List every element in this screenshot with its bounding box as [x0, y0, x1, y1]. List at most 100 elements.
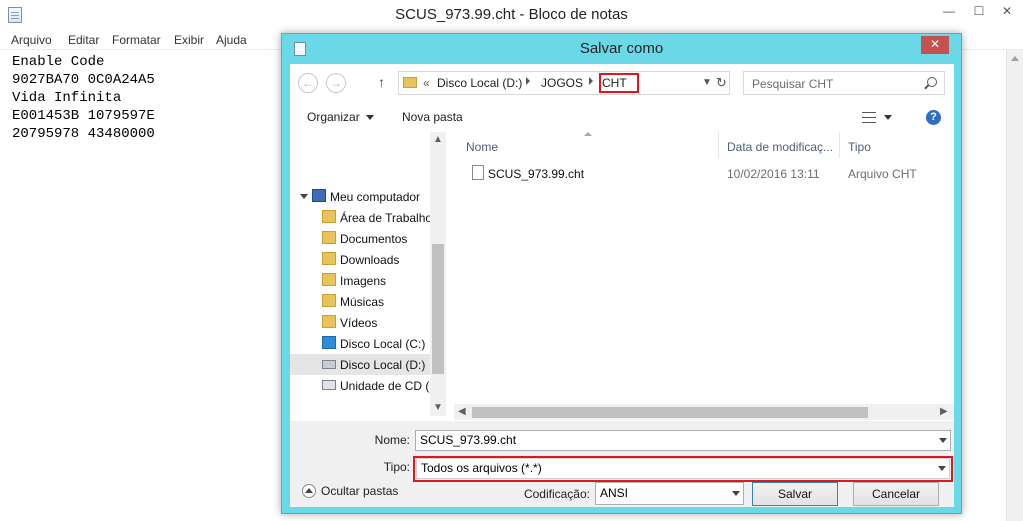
nav-item-videos[interactable]: Vídeos	[290, 312, 430, 333]
dialog-footer: Nome: SCUS_973.99.cht Tipo: Todos os arq…	[290, 421, 954, 507]
text-line: 20795978 43480000	[12, 126, 155, 142]
nav-label: Imagens	[340, 274, 387, 288]
menu-ajuda[interactable]: Ajuda	[216, 33, 247, 47]
column-divider[interactable]	[839, 132, 840, 158]
nav-item-meu-computador[interactable]: Meu computador	[290, 186, 430, 207]
notepad-text-area[interactable]: Enable Code 9027BA70 0C0A24A5 Vida Infinit…	[12, 53, 155, 143]
column-divider[interactable]	[718, 132, 719, 158]
menu-formatar[interactable]: Formatar	[112, 33, 161, 47]
dialog-close-button[interactable]: ✕	[921, 36, 949, 54]
text-line: E001453B 1079597E	[12, 108, 155, 124]
dialog-body: ← → ↑ « Disco Local (D:) JOGOS CHT ▼ ↻ P…	[290, 64, 954, 507]
file-modified: 10/02/2016 13:11	[727, 167, 820, 181]
notepad-titlebar: SCUS_973.99.cht - Bloco de notas — ☐ ✕	[0, 0, 1023, 30]
organize-button[interactable]: Organizar	[307, 110, 374, 124]
save-as-dialog: Salvar como ✕ ← → ↑ « Disco Local (D:) J…	[281, 33, 962, 514]
chevron-down-icon	[365, 115, 374, 121]
highlight-box	[599, 73, 639, 93]
file-row[interactable]: SCUS_973.99.cht 10/02/2016 13:11 Arquivo…	[454, 162, 954, 184]
search-icon[interactable]	[927, 77, 937, 87]
column-header-modified[interactable]: Data de modificaç...	[727, 140, 833, 154]
nav-item-area-de-trabalho[interactable]: Área de Trabalho	[290, 207, 430, 228]
videos-folder-icon	[322, 315, 336, 328]
encoding-select[interactable]: ANSI	[595, 482, 744, 505]
scroll-left-icon[interactable]: ◀	[458, 406, 466, 417]
encoding-value: ANSI	[600, 486, 629, 500]
nav-label: Área de Trabalho	[340, 211, 430, 225]
view-dropdown-icon[interactable]	[884, 115, 892, 120]
breadcrumb-jogos[interactable]: JOGOS	[541, 76, 583, 90]
breadcrumb-separator-icon[interactable]	[589, 77, 593, 85]
nav-item-disco-local-d[interactable]: Disco Local (D:)	[290, 354, 430, 375]
scroll-up-icon[interactable]: ▲	[433, 134, 443, 145]
notepad-scrollbar[interactable]	[1006, 50, 1023, 521]
up-arrow-icon[interactable]: ↑	[378, 74, 385, 90]
encoding-label: Codificação:	[523, 487, 590, 501]
breadcrumb-disco-local-d[interactable]: Disco Local (D:)	[437, 76, 522, 90]
system-drive-icon	[322, 336, 336, 349]
nav-label: Meu computador	[330, 190, 421, 204]
view-options-icon[interactable]	[862, 112, 876, 123]
folder-icon	[322, 231, 336, 244]
back-button[interactable]: ←	[298, 73, 318, 93]
scroll-down-icon[interactable]: ▼	[433, 402, 443, 413]
nav-item-disco-local-c[interactable]: Disco Local (C:)	[290, 333, 430, 354]
menu-arquivo[interactable]: Arquivo	[11, 33, 52, 47]
close-icon[interactable]: ✕	[993, 0, 1021, 22]
nav-item-downloads[interactable]: Downloads	[290, 249, 430, 270]
expand-icon[interactable]	[300, 194, 308, 199]
cancel-button[interactable]: Cancelar	[853, 482, 939, 506]
file-type: Arquivo CHT	[848, 167, 917, 181]
column-header-name[interactable]: Nome	[466, 140, 498, 154]
help-icon[interactable]: ?	[926, 110, 941, 125]
text-line: Vida Infinita	[12, 90, 122, 106]
scrollbar-thumb[interactable]	[472, 407, 868, 418]
folder-icon	[322, 210, 336, 223]
address-dropdown-icon[interactable]: ▼	[702, 77, 712, 88]
breadcrumb-separator-icon[interactable]	[526, 77, 530, 85]
nav-item-unidade-de-cd[interactable]: Unidade de CD (F	[290, 375, 430, 396]
scrollbar-thumb[interactable]	[432, 244, 444, 374]
nav-label: Documentos	[340, 232, 408, 246]
folder-icon	[403, 77, 417, 88]
search-box[interactable]: Pesquisar CHT	[743, 71, 945, 95]
nav-item-musicas[interactable]: Músicas	[290, 291, 430, 312]
nav-label: Downloads	[340, 253, 400, 267]
scroll-up-icon[interactable]	[1011, 56, 1019, 61]
nav-scrollbar[interactable]: ▲ ▼	[430, 132, 446, 416]
address-bar[interactable]: « Disco Local (D:) JOGOS CHT ▼ ↻	[398, 71, 730, 95]
cd-drive-icon	[322, 380, 336, 390]
minimize-icon[interactable]: —	[935, 0, 963, 22]
forward-button[interactable]: →	[326, 73, 346, 93]
scroll-right-icon[interactable]: ▶	[940, 406, 948, 417]
name-label: Nome:	[374, 433, 410, 447]
menu-editar[interactable]: Editar	[68, 33, 99, 47]
computer-icon	[312, 189, 326, 202]
save-button[interactable]: Salvar	[752, 482, 838, 506]
nav-label: Vídeos	[340, 316, 378, 330]
file-name-input[interactable]: SCUS_973.99.cht	[415, 430, 951, 451]
pictures-folder-icon	[322, 273, 336, 286]
navigation-pane: Meu computador Área de Trabalho Document…	[290, 132, 446, 416]
hide-folders-button[interactable]: Ocultar pastas	[321, 484, 398, 498]
highlight-box	[413, 456, 953, 482]
address-overflow[interactable]: «	[423, 76, 430, 90]
dialog-title: Salvar como	[579, 40, 664, 57]
collapse-icon[interactable]	[302, 484, 316, 498]
nav-item-documentos[interactable]: Documentos	[290, 228, 430, 249]
new-folder-button[interactable]: Nova pasta	[402, 110, 463, 124]
column-header-type[interactable]: Tipo	[848, 140, 871, 154]
chevron-down-icon[interactable]	[732, 491, 740, 496]
search-placeholder: Pesquisar CHT	[752, 77, 834, 91]
maximize-icon[interactable]: ☐	[965, 0, 993, 22]
notepad-window-title: SCUS_973.99.cht - Bloco de notas	[395, 6, 628, 23]
horizontal-scrollbar[interactable]: ◀ ▶	[454, 404, 954, 420]
nav-label: Disco Local (C:)	[340, 337, 426, 351]
dialog-toolbar: Organizar Nova pasta ?	[290, 102, 954, 132]
nav-item-imagens[interactable]: Imagens	[290, 270, 430, 291]
text-line: Enable Code	[12, 54, 105, 70]
chevron-down-icon[interactable]	[939, 438, 947, 443]
sort-ascending-icon	[584, 132, 592, 136]
refresh-icon[interactable]: ↻	[716, 75, 727, 91]
menu-exibir[interactable]: Exibir	[174, 33, 204, 47]
